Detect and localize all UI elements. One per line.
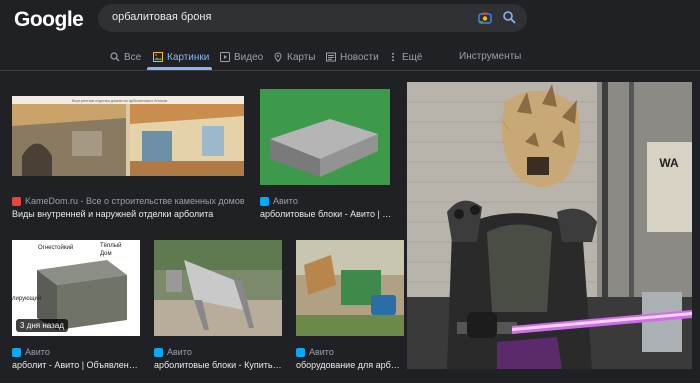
- favicon-icon: [296, 347, 305, 357]
- favicon-icon: [12, 347, 21, 357]
- favicon-icon: [12, 196, 21, 206]
- source-text: Авито: [25, 347, 50, 357]
- camera-lens-icon[interactable]: [478, 11, 492, 25]
- result-thumbnail[interactable]: Внутренняя отделка домов из арболитовых …: [12, 96, 244, 176]
- header-divider: [0, 70, 700, 71]
- map-pin-icon: [274, 52, 282, 62]
- tab-label: Ещё: [402, 51, 423, 63]
- preview-sign-text: WA: [659, 156, 679, 170]
- label-insulating: лирующий: [12, 296, 42, 302]
- search-query[interactable]: орбалитовая броня: [112, 11, 211, 23]
- result-title[interactable]: арболитовые блоки - Авито | Объя...: [260, 209, 392, 219]
- image-result[interactable]: Огнестойкий Тёплый Дом лирующий 3 дня на…: [12, 240, 140, 372]
- result-title[interactable]: арболит - Авито | Объявления в ...: [12, 360, 140, 370]
- image-preview[interactable]: WA: [407, 82, 692, 369]
- source-text: Авито: [309, 347, 334, 357]
- tab-label: Новости: [340, 51, 379, 63]
- age-badge: 3 дня назад: [16, 319, 68, 332]
- tab-label: Видео: [234, 51, 264, 63]
- result-thumbnail[interactable]: [296, 240, 404, 336]
- image-result[interactable]: Авито арболитовые блоки - Авито | Объя..…: [260, 89, 392, 220]
- preview-image: WA: [407, 82, 692, 369]
- news-icon: [326, 52, 336, 62]
- google-logo[interactable]: Google: [14, 8, 84, 32]
- result-title[interactable]: Виды внутренней и наружней отделки арбол…: [12, 209, 244, 219]
- result-title[interactable]: оборудование для арболитовых...: [296, 360, 404, 370]
- result-thumbnail[interactable]: [154, 240, 282, 336]
- result-thumbnail[interactable]: Огнестойкий Тёплый Дом лирующий 3 дня на…: [12, 240, 140, 336]
- label-fireproof: Огнестойкий: [38, 245, 74, 251]
- tab-all[interactable]: Все: [110, 46, 141, 68]
- tab-label: Все: [124, 51, 142, 63]
- label-warm: Тёплый: [100, 243, 122, 249]
- more-icon: [392, 52, 394, 62]
- result-source: Авито: [12, 347, 140, 357]
- search-icon: [110, 52, 120, 62]
- tab-more[interactable]: Ещё: [388, 46, 422, 68]
- label-house: Дом: [100, 251, 112, 257]
- tools-button[interactable]: Инструменты: [459, 51, 521, 62]
- result-source: Авито: [154, 347, 282, 357]
- search-input[interactable]: орбалитовая броня: [98, 4, 527, 32]
- image-result[interactable]: Внутренняя отделка домов из арболитовых …: [12, 96, 244, 220]
- image-result[interactable]: Авито арболитовые блоки - Купить обо...: [154, 240, 282, 372]
- image-icon: [153, 52, 163, 62]
- image-result[interactable]: Авито оборудование для арболитовых...: [296, 240, 404, 372]
- source-text: Авито: [167, 347, 192, 357]
- tab-label: Карты: [287, 51, 316, 63]
- tab-images[interactable]: Картинки: [153, 46, 209, 68]
- tab-maps[interactable]: Карты: [273, 46, 316, 68]
- result-source: KameDom.ru - Все о строительстве каменны…: [12, 196, 244, 206]
- tab-video[interactable]: Видео: [220, 46, 263, 68]
- search-icon[interactable]: [502, 10, 517, 25]
- result-source: Авито: [260, 196, 392, 206]
- result-thumbnail[interactable]: [260, 89, 390, 185]
- favicon-icon: [260, 196, 269, 206]
- tab-news[interactable]: Новости: [326, 46, 379, 68]
- source-text: Авито: [273, 196, 298, 206]
- result-title[interactable]: арболитовые блоки - Купить обо...: [154, 360, 282, 370]
- source-text: KameDom.ru - Все о строительстве каменны…: [25, 196, 244, 206]
- favicon-icon: [154, 347, 163, 357]
- thumbnail-header-text: Внутренняя отделка домов из арболитовых …: [72, 98, 167, 103]
- tab-label: Картинки: [167, 51, 210, 63]
- result-source: Авито: [296, 347, 404, 357]
- play-icon: [220, 52, 230, 62]
